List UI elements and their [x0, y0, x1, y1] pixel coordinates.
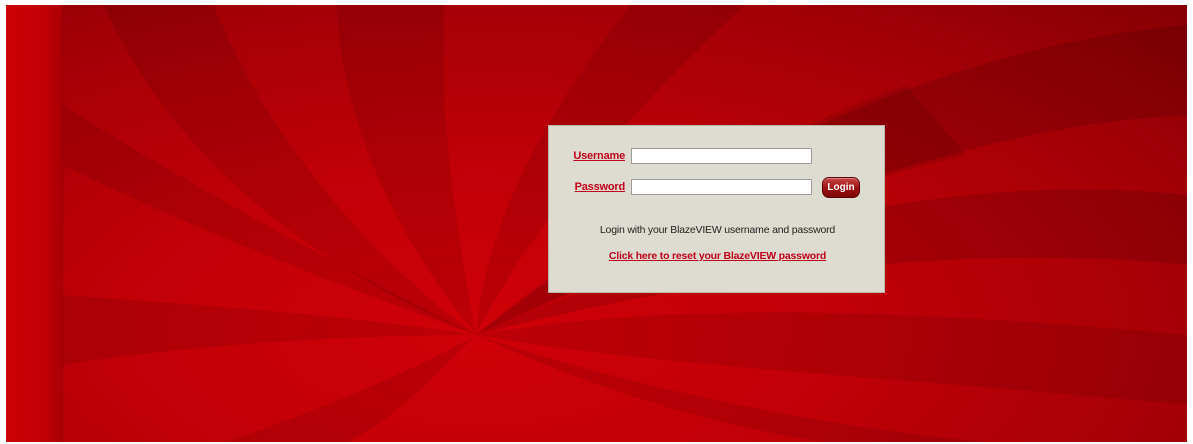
username-input[interactable] [631, 148, 812, 164]
password-label[interactable]: Password [569, 181, 626, 193]
login-button[interactable]: Login [822, 177, 860, 198]
page-frame: Username Password Login Login with your … [0, 0, 1193, 444]
login-panel: Username Password Login Login with your … [548, 125, 885, 293]
username-row: Username [569, 148, 812, 164]
reset-password-link[interactable]: Click here to reset your BlazeVIEW passw… [549, 250, 886, 262]
swirl-background: Username Password Login Login with your … [6, 5, 1187, 442]
login-help-text: Login with your BlazeVIEW username and p… [599, 224, 836, 236]
password-input[interactable] [631, 179, 812, 195]
left-edge-strip [6, 5, 63, 442]
password-row: Password [569, 179, 812, 195]
username-label[interactable]: Username [569, 150, 625, 162]
